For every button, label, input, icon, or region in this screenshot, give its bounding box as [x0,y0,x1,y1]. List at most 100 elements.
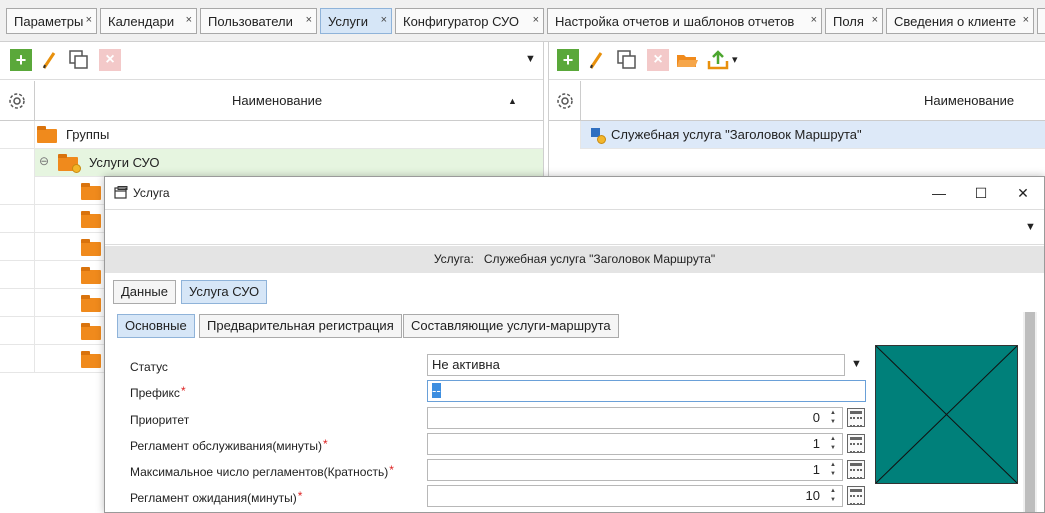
add-icon[interactable]: + [10,49,32,71]
tab-label: Пользователи [208,13,293,29]
scrollbar-thumb[interactable] [1025,312,1035,512]
collapse-icon[interactable]: ⊖ [39,154,49,168]
gear-icon[interactable] [549,81,581,121]
max-reg-input[interactable]: 1 ▲ ▼ [427,459,843,481]
caption-value: Служебная услуга "Заголовок Маршрута" [483,252,716,266]
tab-close-icon[interactable]: × [381,14,387,26]
folder-icon [81,351,101,368]
calculator-icon[interactable] [847,434,865,453]
tab-close-icon[interactable]: × [811,14,817,26]
subtab-pre-registration[interactable]: Предварительная регистрация [199,314,402,338]
wait-reg-label: Регламент ожидания(минуты)* [130,489,303,505]
folder-open-icon[interactable] [676,49,698,71]
max-reg-value: 1 [812,462,820,477]
tab-report-settings[interactable]: Настройка отчетов и шаблонов отчетов × [547,8,822,34]
dialog-caption: Услуга: Служебная услуга "Заголовок Марш… [105,246,1044,273]
tab-close-icon[interactable]: × [86,14,92,26]
prefix-label: Префикс* [130,384,186,400]
subtab-main[interactable]: Основные [117,314,195,338]
right-toolbar: + × ▾ [549,42,1045,80]
left-toolbar: + × ▼ [0,42,543,80]
spinner-icon[interactable]: ▲ ▼ [826,435,840,453]
prefix-input[interactable]: -- [427,380,866,402]
tree-row[interactable]: Группы [0,121,543,149]
edit-icon[interactable] [586,49,608,71]
tree-item-label: Группы [66,127,110,142]
folder-icon [81,239,101,256]
tab-label: Услуги [328,13,368,29]
service-reg-input[interactable]: 1 ▲ ▼ [427,433,843,455]
service-dialog: Услуга — ☐ ✕ ▼ Услуга: Служебная услуга … [104,176,1045,513]
max-reg-label: Максимальное число регламентов(Кратность… [130,463,394,479]
list-row-selected[interactable]: Служебная услуга "Заголовок Маршрута" [549,121,1045,149]
folder-icon [81,183,101,200]
prefix-value: -- [432,383,441,398]
close-icon[interactable]: ✕ [1012,182,1034,204]
copy-icon[interactable] [616,49,638,71]
spinner-icon[interactable]: ▲ ▼ [826,461,840,479]
spinner-icon[interactable]: ▲ ▼ [826,409,840,427]
calculator-icon[interactable] [847,486,865,505]
priority-value: 0 [812,410,820,425]
tab-label: Календари [108,13,175,29]
image-placeholder[interactable] [875,345,1018,484]
tab-close-icon[interactable]: × [186,14,192,26]
export-icon[interactable] [707,49,729,71]
folder-icon [81,267,101,284]
chevron-down-icon[interactable]: ▼ [851,358,862,370]
calculator-icon[interactable] [847,408,865,427]
status-label: Статус [130,360,168,374]
service-reg-label: Регламент обслуживания(минуты)* [130,437,328,453]
tab-data[interactable]: Данные [113,280,176,304]
tab-overflow[interactable] [1037,8,1045,34]
tab-close-icon[interactable]: × [1023,14,1029,26]
tab-suo-service[interactable]: Услуга СУО [181,280,268,304]
copy-icon[interactable] [68,49,90,71]
service-reg-value: 1 [812,436,820,451]
right-grid-header: Наименование [549,81,1045,121]
chevron-down-icon[interactable]: ▼ [1025,221,1036,233]
column-header-name[interactable]: Наименование [232,93,322,108]
add-icon[interactable]: + [557,49,579,71]
tab-fields[interactable]: Поля × [825,8,883,34]
sort-ascending-icon[interactable]: ▲ [508,96,517,106]
tab-parameters[interactable]: Параметры × [6,8,97,34]
subtab-route-components[interactable]: Составляющие услуги-маршрута [403,314,619,338]
folder-icon [81,323,101,340]
folder-icon [37,126,57,143]
calculator-icon[interactable] [847,460,865,479]
dialog-titlebar[interactable]: Услуга — ☐ ✕ [105,177,1044,209]
wait-reg-input[interactable]: 10 ▲ ▼ [427,485,843,507]
chevron-down-icon[interactable]: ▾ [732,53,738,66]
tab-label: Поля [833,13,864,29]
chevron-down-icon[interactable]: ▼ [525,53,536,65]
edit-icon[interactable] [39,49,61,71]
minimize-icon[interactable]: — [928,182,950,204]
tab-close-icon[interactable]: × [872,14,878,26]
maximize-icon[interactable]: ☐ [970,182,992,204]
tab-client-info[interactable]: Сведения о клиенте × [886,8,1034,34]
vertical-scrollbar[interactable] [1023,312,1037,512]
tab-users[interactable]: Пользователи × [200,8,317,34]
status-select[interactable]: Не активна [427,354,845,376]
tab-label: Конфигуратор СУО [403,13,519,29]
tab-label: Настройка отчетов и шаблонов отчетов [555,13,795,29]
tab-label: Параметры [14,13,84,29]
spinner-icon[interactable]: ▲ ▼ [826,487,840,505]
gear-badge-icon [72,164,81,173]
wait-reg-value: 10 [805,488,820,503]
tab-close-icon[interactable]: × [306,14,312,26]
tab-services[interactable]: Услуги × [320,8,392,34]
dialog-title: Услуга [133,186,170,200]
column-header-name[interactable]: Наименование [924,93,1014,108]
gear-icon[interactable] [0,81,35,121]
folder-icon [81,211,101,228]
tab-bar: Параметры × Календари × Пользователи × У… [0,0,1045,42]
tab-close-icon[interactable]: × [533,14,539,26]
tab-calendars[interactable]: Календари × [100,8,197,34]
priority-input[interactable]: 0 ▲ ▼ [427,407,843,429]
delete-icon[interactable]: × [99,49,121,71]
tree-row-selected[interactable]: ⊖ Услуги СУО [0,149,543,177]
delete-icon[interactable]: × [647,49,669,71]
tab-suo-configurator[interactable]: Конфигуратор СУО × [395,8,544,34]
